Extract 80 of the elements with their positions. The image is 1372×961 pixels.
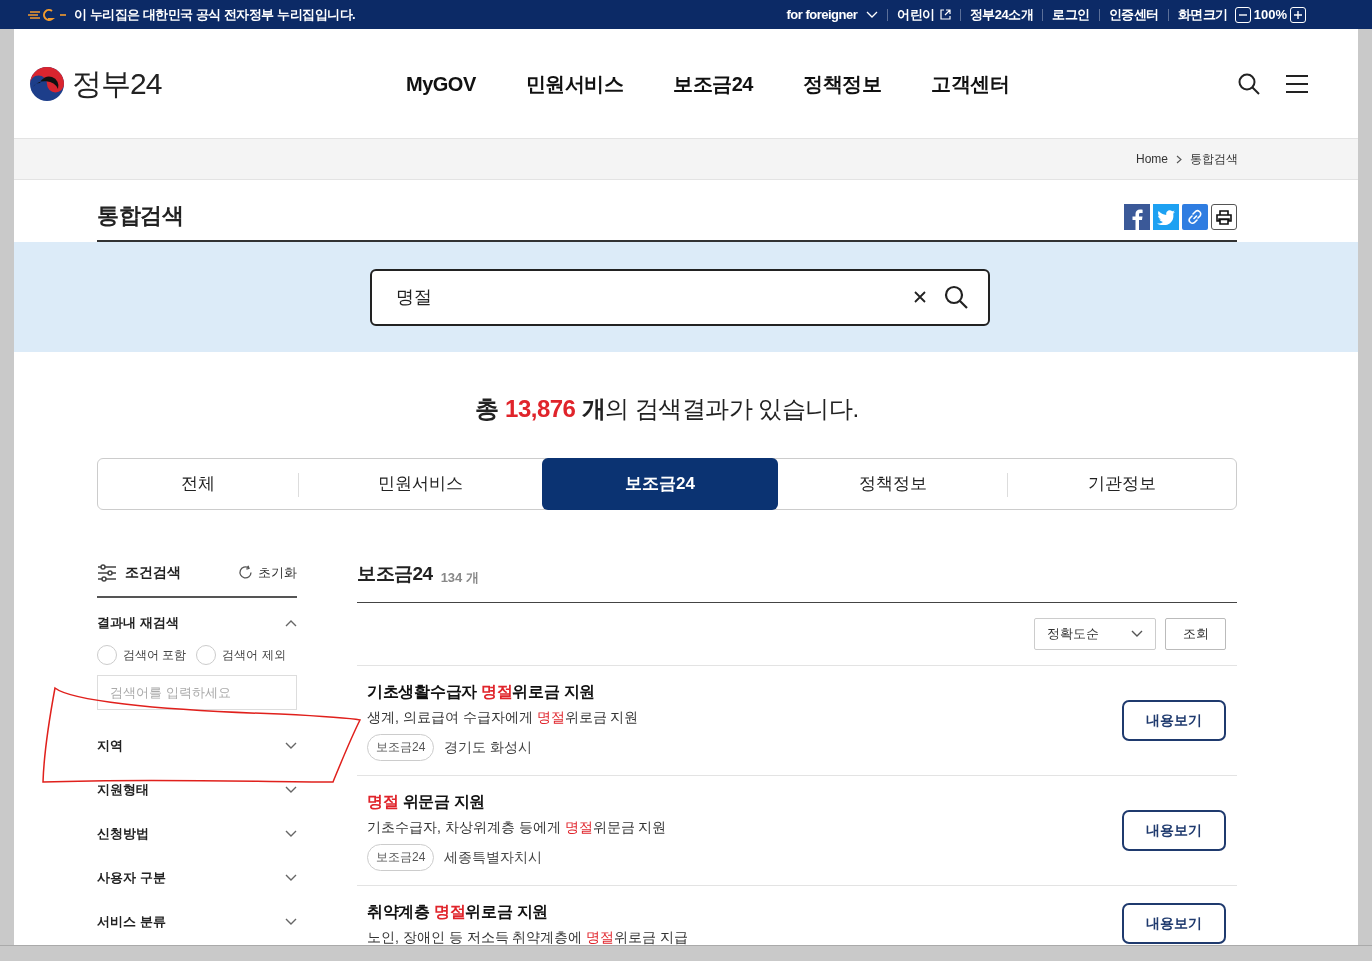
zoom-in-button[interactable] bbox=[1290, 6, 1306, 23]
search-icon bbox=[1238, 72, 1260, 95]
chevron-right-icon bbox=[1176, 154, 1182, 164]
view-details-button[interactable]: 내용보기 bbox=[1122, 699, 1226, 741]
chevron-down-icon bbox=[285, 742, 297, 750]
top-link[interactable]: for foreigner bbox=[786, 4, 879, 25]
result-title-link[interactable]: 기초생활수급자 명절위로금 지원 bbox=[367, 679, 639, 704]
chevron-down-icon bbox=[285, 786, 297, 794]
result-tab[interactable]: 정책정보 bbox=[778, 459, 1007, 509]
result-title-link[interactable]: 명절 위문금 지원 bbox=[367, 789, 667, 814]
filter-section-toggle[interactable]: 지원형태 bbox=[97, 768, 297, 812]
emblem-icon bbox=[26, 7, 66, 22]
refine-search-field[interactable]: 검색어를 입력하세요 bbox=[97, 675, 297, 710]
bird-icon bbox=[1157, 209, 1175, 225]
result-description: 노인, 장애인 등 저소득 취약계층에 명절 위로금 지급 bbox=[367, 927, 689, 945]
chevron-down-icon bbox=[285, 830, 297, 838]
menu-button[interactable] bbox=[1286, 74, 1308, 93]
notice-text: 이 누리집은 대한민국 공식 전자정부 누리집입니다. bbox=[74, 5, 356, 24]
result-tab[interactable]: 기관정보 bbox=[1007, 459, 1236, 509]
taegeuk-logo-icon bbox=[28, 64, 66, 103]
print-button[interactable] bbox=[1211, 204, 1237, 230]
menu-icon bbox=[1286, 74, 1308, 93]
top-link[interactable]: 화면크기 bbox=[1177, 4, 1228, 25]
nav-link[interactable]: MyGOV bbox=[406, 68, 476, 99]
zoom-level: 100% bbox=[1253, 5, 1287, 24]
result-summary-text: 총 13,876 개의 검색결과가 있습니다. bbox=[475, 394, 859, 424]
filter-section-toggle[interactable]: 결과내 재검색 bbox=[97, 601, 297, 645]
sliders-icon bbox=[97, 563, 117, 582]
nav-link[interactable]: 민원서비스 bbox=[525, 68, 624, 99]
section-title: 보조금24 bbox=[357, 562, 433, 586]
nav-link[interactable]: 고객센터 bbox=[931, 68, 1009, 99]
filter-title: 조건검색 bbox=[125, 563, 181, 582]
reset-button[interactable]: 초기화 bbox=[238, 562, 297, 583]
radio-option[interactable]: 검색어 제외 bbox=[196, 645, 286, 665]
chevron-up-icon bbox=[285, 619, 297, 627]
chevron-down-icon bbox=[285, 874, 297, 882]
nav-link[interactable]: 보조금24 bbox=[673, 68, 753, 99]
facebook-icon bbox=[1131, 208, 1143, 230]
result-tab[interactable]: 민원서비스 bbox=[298, 459, 542, 509]
top-link[interactable]: 정부24소개 bbox=[969, 4, 1034, 25]
query-button[interactable]: 조회 bbox=[1165, 617, 1226, 650]
breadcrumb-link[interactable]: Home bbox=[1136, 150, 1168, 168]
view-details-button[interactable]: 내용보기 bbox=[1122, 809, 1226, 851]
radio-option[interactable]: 검색어 포함 bbox=[97, 645, 187, 665]
link-icon bbox=[1187, 209, 1203, 225]
chevron-down-icon bbox=[866, 10, 879, 19]
copy-link-button[interactable] bbox=[1182, 204, 1208, 230]
sort-dropdown[interactable]: 정확도순 bbox=[1034, 617, 1156, 650]
result-title-link[interactable]: 취약계층 명절위로금 지원 bbox=[367, 899, 689, 924]
top-link[interactable]: 인증센터 bbox=[1108, 4, 1159, 25]
result-tab[interactable]: 보조금24 bbox=[542, 458, 778, 510]
top-link[interactable]: 어린이 bbox=[897, 4, 951, 25]
plus-icon bbox=[1294, 10, 1302, 19]
search-icon bbox=[944, 284, 968, 309]
top-link[interactable]: 로그인 bbox=[1052, 4, 1090, 25]
filter-section-toggle[interactable]: 신청방법 bbox=[97, 812, 297, 856]
printer-icon bbox=[1216, 209, 1232, 225]
filter-section-toggle[interactable]: 서비스 분류 bbox=[97, 900, 297, 944]
result-tab[interactable]: 전체 bbox=[98, 459, 298, 509]
refresh-icon bbox=[238, 565, 253, 580]
logo-link[interactable]: 정부24 bbox=[28, 61, 378, 106]
filter-section-toggle[interactable]: 지역 bbox=[97, 724, 297, 768]
nav-link[interactable]: 정책정보 bbox=[803, 68, 881, 99]
search-button[interactable] bbox=[1238, 72, 1260, 95]
region-text: 세종특별자치시 bbox=[444, 847, 543, 867]
page-title: 통합검색 bbox=[97, 202, 183, 230]
filter-section-toggle[interactable]: 사용자 구분 bbox=[97, 856, 297, 900]
result-description: 기초수급자, 차상위계층 등에게 명절 위문금 지원 bbox=[367, 817, 667, 837]
region-text: 경기도 화성시 bbox=[444, 737, 533, 757]
chevron-down-icon bbox=[285, 918, 297, 926]
facebook-share-button[interactable] bbox=[1124, 204, 1150, 230]
chevron-down-icon bbox=[1131, 629, 1143, 638]
search-field[interactable]: 명절 bbox=[370, 268, 990, 326]
clear-icon bbox=[914, 290, 926, 303]
zoom-out-button[interactable] bbox=[1234, 6, 1251, 23]
result-description: 생계, 의료급여 수급자에게 명절 위로금 지원 bbox=[367, 707, 639, 727]
breadcrumb-link[interactable]: 통합검색 bbox=[1190, 150, 1238, 168]
external-link-icon bbox=[939, 9, 951, 20]
twitter-share-button[interactable] bbox=[1153, 204, 1179, 230]
result-count: 134 개 bbox=[440, 569, 479, 587]
